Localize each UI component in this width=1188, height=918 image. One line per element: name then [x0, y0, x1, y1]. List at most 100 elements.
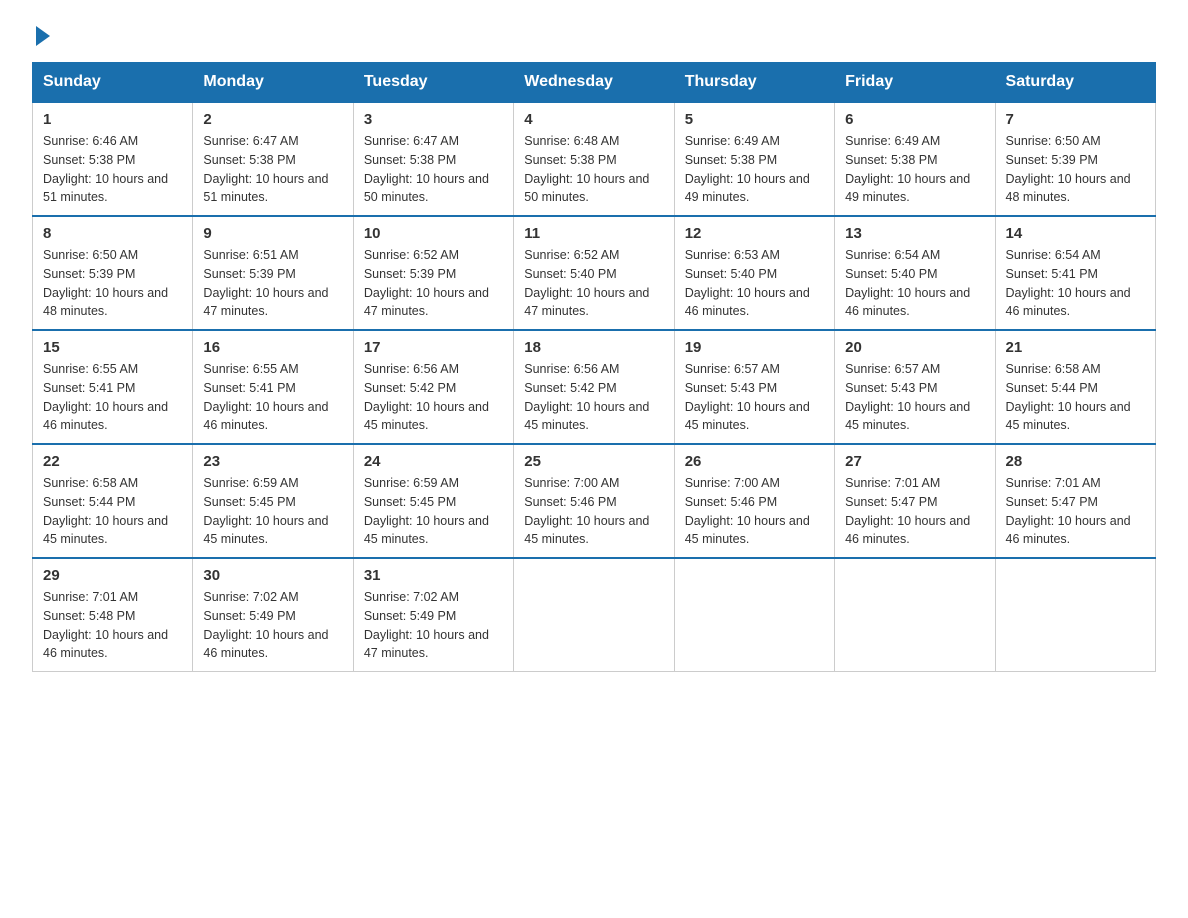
- calendar-cell: 9 Sunrise: 6:51 AMSunset: 5:39 PMDaylight…: [193, 216, 353, 330]
- calendar-cell: 2Sunrise: 6:47 AMSunset: 5:38 PMDaylight…: [193, 102, 353, 216]
- calendar-cell: 22 Sunrise: 6:58 AMSunset: 5:44 PMDayligh…: [33, 444, 193, 558]
- day-number: 7: [1006, 111, 1145, 128]
- day-number: 8: [43, 225, 182, 242]
- day-number: 31: [364, 567, 503, 584]
- calendar-cell: 17 Sunrise: 6:56 AMSunset: 5:42 PMDayligh…: [353, 330, 513, 444]
- day-info: Sunrise: 6:52 AMSunset: 5:39 PMDaylight:…: [364, 246, 503, 321]
- day-number: 15: [43, 339, 182, 356]
- day-number: 25: [524, 453, 663, 470]
- day-number: 22: [43, 453, 182, 470]
- day-info: Sunrise: 6:58 AMSunset: 5:44 PMDaylight:…: [43, 474, 182, 549]
- day-info: Sunrise: 6:55 AMSunset: 5:41 PMDaylight:…: [203, 360, 342, 435]
- day-info: Sunrise: 6:50 AMSunset: 5:39 PMDaylight:…: [1006, 132, 1145, 207]
- day-info: Sunrise: 6:57 AMSunset: 5:43 PMDaylight:…: [685, 360, 824, 435]
- weekday-header-row: SundayMondayTuesdayWednesdayThursdayFrid…: [33, 63, 1156, 103]
- day-info: Sunrise: 6:56 AMSunset: 5:42 PMDaylight:…: [524, 360, 663, 435]
- calendar-cell: 3Sunrise: 6:47 AMSunset: 5:38 PMDaylight…: [353, 102, 513, 216]
- day-number: 9: [203, 225, 342, 242]
- day-number: 20: [845, 339, 984, 356]
- calendar-cell: 30 Sunrise: 7:02 AMSunset: 5:49 PMDayligh…: [193, 558, 353, 672]
- calendar-week-row: 15 Sunrise: 6:55 AMSunset: 5:41 PMDayligh…: [33, 330, 1156, 444]
- calendar-cell: 26 Sunrise: 7:00 AMSunset: 5:46 PMDayligh…: [674, 444, 834, 558]
- calendar-week-row: 8 Sunrise: 6:50 AMSunset: 5:39 PMDaylight…: [33, 216, 1156, 330]
- day-info: Sunrise: 7:02 AMSunset: 5:49 PMDaylight:…: [364, 588, 503, 663]
- day-info: Sunrise: 7:01 AMSunset: 5:47 PMDaylight:…: [845, 474, 984, 549]
- weekday-header-saturday: Saturday: [995, 63, 1155, 103]
- calendar-cell: 24Sunrise: 6:59 AMSunset: 5:45 PMDayligh…: [353, 444, 513, 558]
- calendar-cell: 23Sunrise: 6:59 AMSunset: 5:45 PMDayligh…: [193, 444, 353, 558]
- day-number: 4: [524, 111, 663, 128]
- weekday-header-monday: Monday: [193, 63, 353, 103]
- calendar-cell: 27Sunrise: 7:01 AMSunset: 5:47 PMDayligh…: [835, 444, 995, 558]
- day-info: Sunrise: 7:01 AMSunset: 5:47 PMDaylight:…: [1006, 474, 1145, 549]
- day-info: Sunrise: 6:46 AMSunset: 5:38 PMDaylight:…: [43, 132, 182, 207]
- day-info: Sunrise: 6:51 AMSunset: 5:39 PMDaylight:…: [203, 246, 342, 321]
- calendar-cell: 29 Sunrise: 7:01 AMSunset: 5:48 PMDayligh…: [33, 558, 193, 672]
- calendar-week-row: 1 Sunrise: 6:46 AMSunset: 5:38 PMDaylight…: [33, 102, 1156, 216]
- page-header: [32, 24, 1156, 46]
- day-number: 5: [685, 111, 824, 128]
- day-info: Sunrise: 6:48 AMSunset: 5:38 PMDaylight:…: [524, 132, 663, 207]
- day-number: 23: [203, 453, 342, 470]
- logo: [32, 24, 54, 46]
- calendar-cell: 19 Sunrise: 6:57 AMSunset: 5:43 PMDayligh…: [674, 330, 834, 444]
- calendar-cell: 14 Sunrise: 6:54 AMSunset: 5:41 PMDayligh…: [995, 216, 1155, 330]
- day-info: Sunrise: 6:47 AMSunset: 5:38 PMDaylight:…: [203, 132, 342, 207]
- calendar-cell: 12 Sunrise: 6:53 AMSunset: 5:40 PMDayligh…: [674, 216, 834, 330]
- calendar-cell: [514, 558, 674, 672]
- day-number: 17: [364, 339, 503, 356]
- day-number: 24: [364, 453, 503, 470]
- day-number: 26: [685, 453, 824, 470]
- day-info: Sunrise: 6:54 AMSunset: 5:41 PMDaylight:…: [1006, 246, 1145, 321]
- calendar-cell: 11 Sunrise: 6:52 AMSunset: 5:40 PMDayligh…: [514, 216, 674, 330]
- calendar-table: SundayMondayTuesdayWednesdayThursdayFrid…: [32, 62, 1156, 672]
- day-info: Sunrise: 6:52 AMSunset: 5:40 PMDaylight:…: [524, 246, 663, 321]
- day-info: Sunrise: 7:00 AMSunset: 5:46 PMDaylight:…: [685, 474, 824, 549]
- weekday-header-thursday: Thursday: [674, 63, 834, 103]
- day-info: Sunrise: 6:50 AMSunset: 5:39 PMDaylight:…: [43, 246, 182, 321]
- day-number: 29: [43, 567, 182, 584]
- day-info: Sunrise: 7:01 AMSunset: 5:48 PMDaylight:…: [43, 588, 182, 663]
- calendar-week-row: 22 Sunrise: 6:58 AMSunset: 5:44 PMDayligh…: [33, 444, 1156, 558]
- day-info: Sunrise: 7:02 AMSunset: 5:49 PMDaylight:…: [203, 588, 342, 663]
- calendar-cell: 18 Sunrise: 6:56 AMSunset: 5:42 PMDayligh…: [514, 330, 674, 444]
- calendar-cell: 16 Sunrise: 6:55 AMSunset: 5:41 PMDayligh…: [193, 330, 353, 444]
- calendar-cell: 28Sunrise: 7:01 AMSunset: 5:47 PMDayligh…: [995, 444, 1155, 558]
- weekday-header-tuesday: Tuesday: [353, 63, 513, 103]
- day-info: Sunrise: 6:54 AMSunset: 5:40 PMDaylight:…: [845, 246, 984, 321]
- day-number: 21: [1006, 339, 1145, 356]
- day-number: 19: [685, 339, 824, 356]
- calendar-cell: 13Sunrise: 6:54 AMSunset: 5:40 PMDayligh…: [835, 216, 995, 330]
- day-info: Sunrise: 6:56 AMSunset: 5:42 PMDaylight:…: [364, 360, 503, 435]
- calendar-week-row: 29 Sunrise: 7:01 AMSunset: 5:48 PMDayligh…: [33, 558, 1156, 672]
- day-number: 1: [43, 111, 182, 128]
- day-number: 18: [524, 339, 663, 356]
- calendar-cell: [995, 558, 1155, 672]
- calendar-cell: 7 Sunrise: 6:50 AMSunset: 5:39 PMDaylight…: [995, 102, 1155, 216]
- day-number: 11: [524, 225, 663, 242]
- day-number: 10: [364, 225, 503, 242]
- day-info: Sunrise: 6:47 AMSunset: 5:38 PMDaylight:…: [364, 132, 503, 207]
- calendar-cell: 21 Sunrise: 6:58 AMSunset: 5:44 PMDayligh…: [995, 330, 1155, 444]
- weekday-header-sunday: Sunday: [33, 63, 193, 103]
- day-info: Sunrise: 6:53 AMSunset: 5:40 PMDaylight:…: [685, 246, 824, 321]
- calendar-cell: 4 Sunrise: 6:48 AMSunset: 5:38 PMDaylight…: [514, 102, 674, 216]
- calendar-cell: 25Sunrise: 7:00 AMSunset: 5:46 PMDayligh…: [514, 444, 674, 558]
- calendar-cell: 20 Sunrise: 6:57 AMSunset: 5:43 PMDayligh…: [835, 330, 995, 444]
- calendar-cell: 1 Sunrise: 6:46 AMSunset: 5:38 PMDaylight…: [33, 102, 193, 216]
- calendar-cell: 6Sunrise: 6:49 AMSunset: 5:38 PMDaylight…: [835, 102, 995, 216]
- day-info: Sunrise: 6:49 AMSunset: 5:38 PMDaylight:…: [685, 132, 824, 207]
- day-info: Sunrise: 6:57 AMSunset: 5:43 PMDaylight:…: [845, 360, 984, 435]
- day-number: 14: [1006, 225, 1145, 242]
- day-number: 30: [203, 567, 342, 584]
- day-number: 16: [203, 339, 342, 356]
- calendar-cell: 31 Sunrise: 7:02 AMSunset: 5:49 PMDayligh…: [353, 558, 513, 672]
- day-number: 12: [685, 225, 824, 242]
- calendar-cell: 15Sunrise: 6:55 AMSunset: 5:41 PMDayligh…: [33, 330, 193, 444]
- day-number: 6: [845, 111, 984, 128]
- calendar-cell: [674, 558, 834, 672]
- day-info: Sunrise: 6:58 AMSunset: 5:44 PMDaylight:…: [1006, 360, 1145, 435]
- calendar-cell: 8 Sunrise: 6:50 AMSunset: 5:39 PMDaylight…: [33, 216, 193, 330]
- logo-arrow-icon: [36, 26, 50, 46]
- calendar-cell: [835, 558, 995, 672]
